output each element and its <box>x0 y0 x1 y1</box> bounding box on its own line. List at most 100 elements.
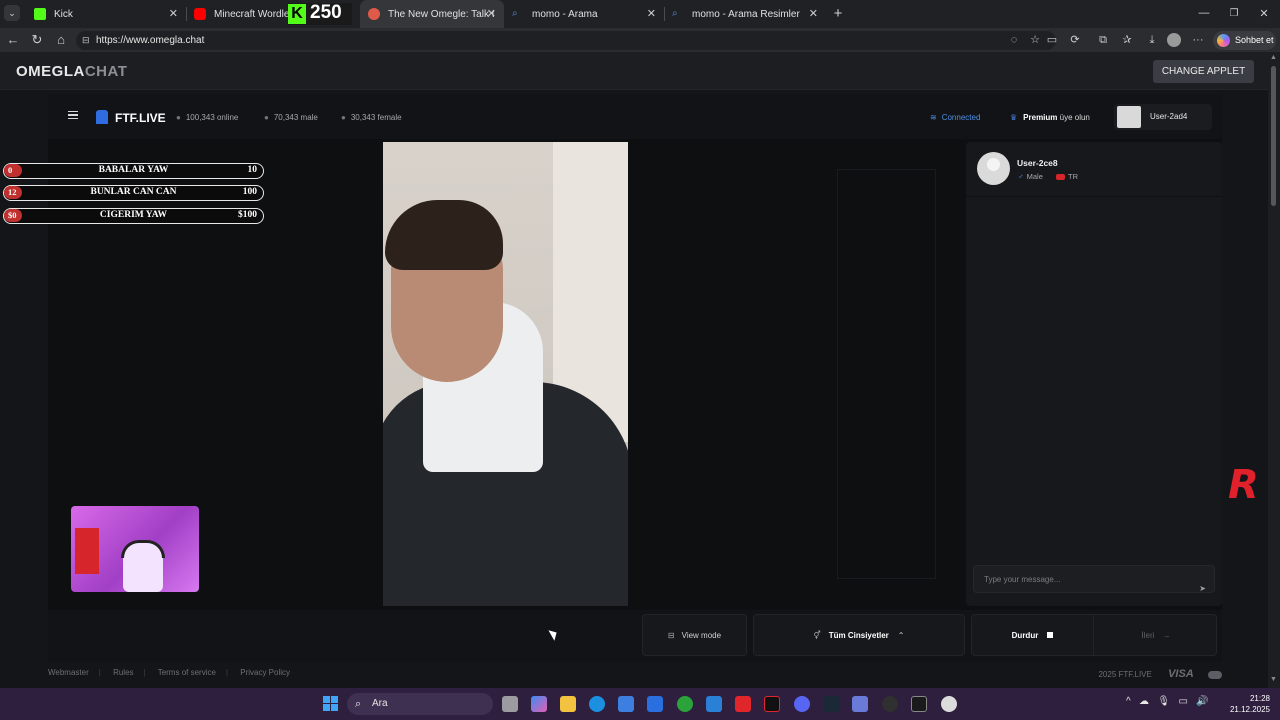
copilot-app-icon[interactable] <box>531 696 547 712</box>
footer-link-terms[interactable]: Terms of service <box>158 668 216 677</box>
tab-title: Kick <box>54 8 73 20</box>
discord-icon[interactable] <box>794 696 810 712</box>
ftf-logo[interactable]: FTF.LIVE <box>115 111 166 125</box>
peer-gender-text: Male <box>1026 172 1043 181</box>
favorites-icon[interactable]: ✰ <box>1120 33 1134 47</box>
steam-icon[interactable] <box>823 696 839 712</box>
tab-omegle[interactable]: The New Omegle: Talk to Stra ✕ <box>360 0 504 28</box>
copilot-chat-button[interactable]: Sohbet et <box>1213 31 1276 50</box>
male-text: 70,343 male <box>273 113 318 122</box>
camera-icon[interactable]: ▭ <box>1045 33 1059 47</box>
view-mode-button[interactable]: ⊟ View mode <box>642 614 747 656</box>
editor-icon[interactable] <box>647 696 663 712</box>
file-explorer-icon[interactable] <box>560 696 576 712</box>
profile-avatar-icon[interactable] <box>1167 33 1181 47</box>
youtube-app-icon[interactable] <box>735 696 751 712</box>
peer-country-text: TR <box>1068 172 1078 181</box>
send-icon[interactable]: ➤ <box>1199 575 1206 602</box>
url-bar[interactable]: ⊟ https://www.omegla.chat <box>76 31 1056 50</box>
close-icon[interactable]: ✕ <box>487 7 496 20</box>
refresh-button[interactable]: ↻ <box>29 32 45 48</box>
stop-next-group: Durdur İleri → <box>971 614 1217 656</box>
minimize-button[interactable]: — <box>1196 5 1212 21</box>
app-icon[interactable] <box>852 696 868 712</box>
crown-icon: ♛ <box>1010 113 1018 122</box>
tab-list-chevron-icon[interactable]: ⌄ <box>4 5 20 21</box>
tab-momo-arama[interactable]: ⌕ momo - Arama ✕ <box>504 0 664 28</box>
close-icon[interactable]: ✕ <box>169 7 178 20</box>
footer-link-webmaster[interactable]: Webmaster <box>48 668 89 677</box>
message-placeholder: Type your message... <box>984 575 1061 584</box>
system-tray[interactable]: ^ ☁ 🎙 ▭ 🔊 <box>1126 696 1209 707</box>
close-icon[interactable]: ✕ <box>809 7 818 20</box>
page-scrollbar[interactable]: ▲ ▼ <box>1268 52 1280 688</box>
user-icon: ● <box>341 113 346 122</box>
user-menu[interactable]: User-2ad4 <box>1114 104 1212 130</box>
tab-kick[interactable]: Kick ✕ <box>26 0 186 28</box>
edge-icon[interactable] <box>589 696 605 712</box>
gender-filter-dropdown[interactable]: ⚥ Tüm Cinsiyetler ⌃ <box>753 614 965 656</box>
hamburger-menu-icon[interactable] <box>68 111 78 119</box>
network-icon[interactable]: ☁ <box>1139 696 1149 707</box>
scroll-thumb[interactable] <box>1271 66 1276 206</box>
stop-icon <box>1047 632 1054 638</box>
close-window-button[interactable]: ✕ <box>1256 6 1272 22</box>
scroll-down-icon[interactable]: ▼ <box>1270 676 1277 683</box>
theme-toggle[interactable] <box>1208 670 1222 679</box>
downloads-icon[interactable]: ⤓ <box>1145 33 1159 47</box>
message-input[interactable]: Type your message... ➤ <box>973 565 1215 593</box>
netflix-icon[interactable] <box>764 696 780 712</box>
task-view-icon[interactable] <box>502 696 518 712</box>
peer-card: User-2ce8 ♂ Male TR <box>966 142 1222 197</box>
mic-icon[interactable]: 🎙 <box>1157 696 1170 707</box>
next-button[interactable]: İleri → <box>1095 615 1217 655</box>
online-text: 100,343 online <box>185 113 239 122</box>
clock-date: 21.12.2025 <box>1229 705 1270 714</box>
scroll-up-icon[interactable]: ▲ <box>1270 54 1277 61</box>
omegla-logo[interactable]: OMEGLACHAT <box>16 63 127 80</box>
favorite-star-icon[interactable]: ☆ <box>1028 33 1042 47</box>
split-screen-icon[interactable]: ⧉ <box>1096 33 1110 47</box>
taskbar-clock[interactable]: 21:28 21.12.2025 <box>1226 693 1270 715</box>
store-icon[interactable] <box>618 696 634 712</box>
control-bar: ⊟ View mode ⚥ Tüm Cinsiyetler ⌃ Durdur İler… <box>48 610 1222 662</box>
footer-link-privacy[interactable]: Privacy Policy <box>240 668 290 677</box>
back-button[interactable]: ← <box>5 32 21 48</box>
game-icon[interactable] <box>911 696 927 712</box>
mail-icon[interactable] <box>706 696 722 712</box>
new-tab-button[interactable]: + <box>830 6 846 22</box>
tracking-icon[interactable]: ◌ <box>1007 33 1021 47</box>
extensions-icon[interactable]: ⟳ <box>1068 33 1082 47</box>
change-applet-button[interactable]: CHANGE APPLET <box>1153 60 1254 83</box>
xbox-icon[interactable] <box>677 696 693 712</box>
female-text: 30,343 female <box>350 113 402 122</box>
display-icon[interactable]: ▭ <box>1178 696 1187 707</box>
tab-title: momo - Arama <box>532 8 598 20</box>
volume-icon[interactable]: 🔊 <box>1196 696 1208 707</box>
windows-start-icon[interactable] <box>323 696 338 711</box>
tab-momo-arama-resimler[interactable]: ⌕ momo - Arama Resimler ✕ <box>664 0 826 28</box>
restore-button[interactable]: ❐ <box>1226 6 1242 22</box>
footer-separator: | <box>98 668 101 677</box>
app-icon[interactable] <box>941 696 957 712</box>
close-icon[interactable]: ✕ <box>647 7 656 20</box>
stop-button[interactable]: Durdur <box>972 615 1094 655</box>
more-menu-icon[interactable]: ··· <box>1191 33 1205 47</box>
r-brand-logo: R <box>1228 462 1259 508</box>
home-button[interactable]: ⌂ <box>53 32 69 48</box>
premium-link[interactable]: ♛ Premium üye olun <box>1010 113 1090 122</box>
score-value: 100 <box>242 187 257 197</box>
score-label: BUNLAR CAN CAN <box>90 187 177 197</box>
footer-link-rules[interactable]: Rules <box>113 668 133 677</box>
obs-icon[interactable] <box>882 696 898 712</box>
video-person-hair <box>385 200 503 270</box>
taskbar-search[interactable]: ⌕ Ara <box>347 693 493 715</box>
avatar <box>977 152 1010 185</box>
copilot-label: Sohbet et <box>1235 35 1274 45</box>
tab-title: The New Omegle: Talk to Stra <box>388 8 494 20</box>
username: User-2ad4 <box>1150 112 1188 121</box>
site-info-icon[interactable]: ⊟ <box>82 31 90 50</box>
male-count: ● 70,343 male <box>264 113 318 122</box>
ftf-logo-icon <box>96 110 108 124</box>
chevron-up-icon[interactable]: ^ <box>1126 696 1131 707</box>
